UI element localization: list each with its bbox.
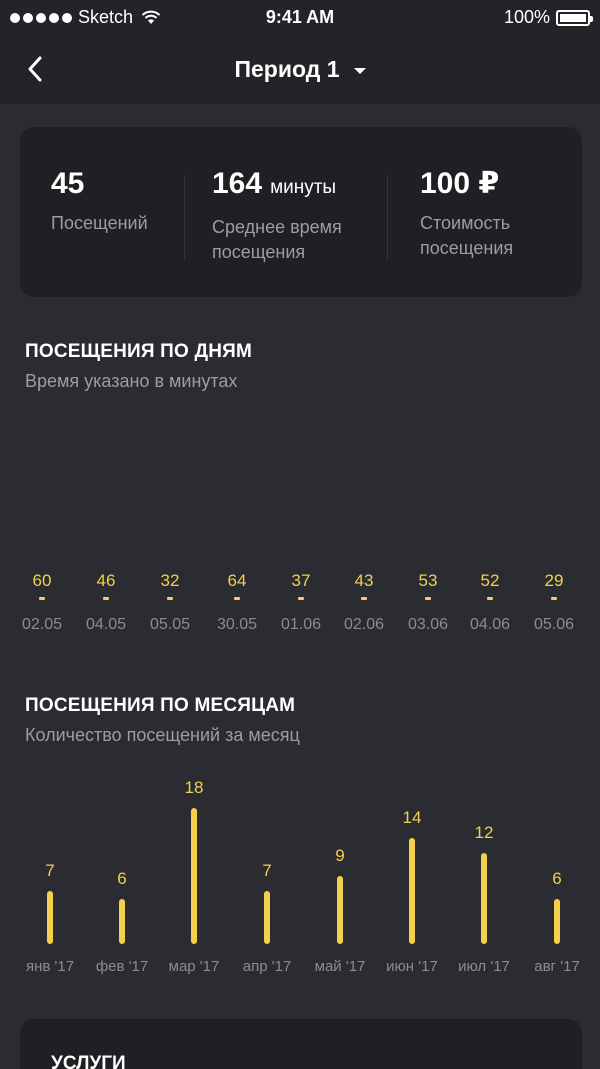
day-value-label: 29 <box>544 571 564 590</box>
stat-avg-time-label: Среднее время посещения <box>212 215 342 265</box>
stat-avg-time-number: 164 <box>212 167 263 200</box>
day-bar: 60 02.05 <box>12 571 72 634</box>
day-bar: 64 30.05 <box>207 571 267 634</box>
month-bar <box>481 853 487 944</box>
stat-cost: 100 ₽ Стоимость посещения <box>420 167 513 261</box>
day-bar: 37 01.06 <box>271 571 331 634</box>
day-date-label: 02.05 <box>21 616 63 633</box>
stat-visits-value: 45 <box>51 167 85 200</box>
period-selector[interactable]: Период 1 <box>0 56 600 83</box>
services-title: УСЛУГИ <box>51 1053 126 1069</box>
stat-avg-time: 164 минуты Среднее время посещения <box>212 167 342 265</box>
battery-percent: 100% <box>503 7 550 27</box>
months-section-title: ПОСЕЩЕНИЯ ПО МЕСЯЦАМ <box>25 695 296 716</box>
stat-cost-label: Стоимость посещения <box>420 211 513 261</box>
day-bar-mark <box>39 597 45 600</box>
day-bar: 43 02.06 <box>334 571 394 634</box>
month-value-label: 7 <box>45 861 55 881</box>
day-date-label: 03.06 <box>407 616 449 633</box>
day-date-label: 02.06 <box>343 616 385 633</box>
day-date-label: 04.06 <box>469 616 511 633</box>
day-bar-mark <box>487 597 493 600</box>
day-date-label: 01.06 <box>280 616 322 633</box>
day-bar: 32 05.05 <box>140 571 200 634</box>
day-value-label: 60 <box>32 571 52 590</box>
stat-cost-value: 100 ₽ <box>420 167 500 200</box>
nav-bar: Период 1 <box>0 36 600 104</box>
month-label: янв '17 <box>25 958 75 975</box>
day-bar: 46 04.05 <box>76 571 136 634</box>
day-value-label: 52 <box>480 571 500 590</box>
services-card[interactable]: УСЛУГИ <box>20 1019 582 1069</box>
day-date-label: 05.05 <box>149 616 191 633</box>
battery-icon <box>556 9 593 26</box>
month-label: фев '17 <box>95 958 149 975</box>
day-value-label: 32 <box>160 571 180 590</box>
month-bar <box>337 876 343 944</box>
day-bar-mark <box>234 597 240 600</box>
month-value-label: 6 <box>117 868 127 888</box>
month-value-label: 18 <box>184 778 204 797</box>
month-label: июн '17 <box>386 958 438 975</box>
page-title: Период 1 <box>234 56 340 82</box>
stat-avg-time-label-2: посещения <box>212 242 306 262</box>
month-value-label: 9 <box>335 846 345 865</box>
stat-visits: 45 Посещений <box>51 167 148 236</box>
month-label: июл '17 <box>458 958 510 975</box>
month-label: авг '17 <box>534 958 580 975</box>
month-label: апр '17 <box>242 958 292 975</box>
month-bar <box>191 808 197 944</box>
caret-down-icon <box>353 67 366 74</box>
month-bar <box>264 891 270 944</box>
status-bar: Sketch 9:41 AM 100% <box>0 0 600 36</box>
divider <box>387 175 388 261</box>
stat-cost-label-2: посещения <box>420 238 514 258</box>
day-bar: 53 03.06 <box>398 571 458 634</box>
month-bar <box>47 891 53 944</box>
month-bar <box>554 898 560 944</box>
day-bar: 29 05.06 <box>524 571 584 634</box>
day-bar-mark <box>167 597 173 600</box>
day-bar: 52 04.06 <box>460 571 520 634</box>
stat-avg-time-value: 164 минуты <box>212 167 342 205</box>
days-section-title: ПОСЕЩЕНИЯ ПО ДНЯМ <box>25 341 253 362</box>
month-bar <box>119 898 125 944</box>
day-bar-mark <box>551 597 557 600</box>
month-value-label: 14 <box>402 808 422 828</box>
stat-avg-time-label-1: Среднее время <box>212 217 342 237</box>
status-right: 100% <box>503 7 593 28</box>
day-value-label: 46 <box>96 571 116 590</box>
day-value-label: 37 <box>291 571 311 590</box>
day-value-label: 53 <box>418 571 438 590</box>
day-bar-mark <box>298 597 304 600</box>
days-section-subtitle: Время указано в минутах <box>25 371 238 391</box>
stat-cost-label-1: Стоимость <box>420 213 511 233</box>
month-value-label: 7 <box>262 861 272 881</box>
month-bar <box>409 838 415 944</box>
stats-card: 45 Посещений 164 минуты Среднее время посе… <box>20 127 582 297</box>
day-bar-mark <box>425 597 431 600</box>
day-bar-mark <box>103 597 109 600</box>
months-chart: 7 янв '17 6 фев '17 18 мар '17 7 апр '17 9 май '1… <box>0 760 600 980</box>
month-value-label: 6 <box>552 868 562 888</box>
stat-visits-label: Посещений <box>51 213 148 233</box>
months-section-subtitle: Количество посещений за месяц <box>25 725 300 745</box>
day-date-label: 30.05 <box>216 616 258 633</box>
month-label: мар '17 <box>168 958 220 975</box>
divider <box>184 175 185 261</box>
month-value-label: 12 <box>474 823 494 843</box>
day-bar-mark <box>361 597 367 600</box>
month-label: май '17 <box>314 958 366 975</box>
day-value-label: 43 <box>354 571 374 590</box>
day-date-label: 05.06 <box>533 616 575 633</box>
day-date-label: 04.05 <box>85 616 127 633</box>
day-value-label: 64 <box>227 571 247 590</box>
stat-avg-time-unit: минуты <box>270 177 337 198</box>
